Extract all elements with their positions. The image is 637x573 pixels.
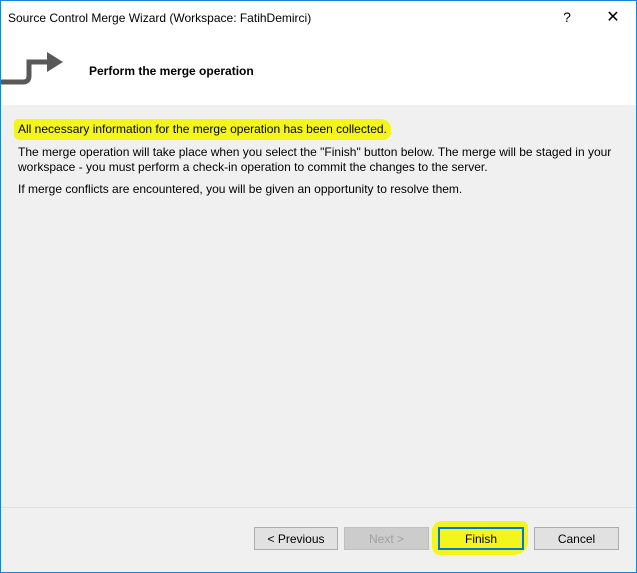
merge-wizard-window: Source Control Merge Wizard (Workspace: … — [0, 0, 637, 573]
page-title: Perform the merge operation — [89, 64, 254, 78]
wizard-content: All necessary information for the merge … — [1, 105, 636, 505]
merge-arrow-icon — [1, 52, 63, 85]
footer-divider — [1, 507, 636, 508]
merge-description: The merge operation will take place when… — [18, 145, 612, 174]
previous-button[interactable]: < Previous — [254, 527, 338, 550]
next-button[interactable]: Next > — [344, 527, 429, 550]
wizard-header: Perform the merge operation — [1, 33, 636, 105]
summary-text: All necessary information for the merge … — [14, 119, 391, 140]
help-icon: ? — [563, 9, 571, 25]
help-button[interactable]: ? — [544, 1, 590, 33]
close-icon: ✕ — [606, 9, 620, 26]
window-title: Source Control Merge Wizard (Workspace: … — [8, 11, 312, 25]
close-button[interactable]: ✕ — [590, 1, 636, 33]
conflict-note: If merge conflicts are encountered, you … — [18, 182, 463, 196]
finish-button[interactable]: Finish — [438, 527, 524, 550]
cancel-button[interactable]: Cancel — [534, 527, 619, 550]
title-bar: Source Control Merge Wizard (Workspace: … — [1, 1, 636, 33]
